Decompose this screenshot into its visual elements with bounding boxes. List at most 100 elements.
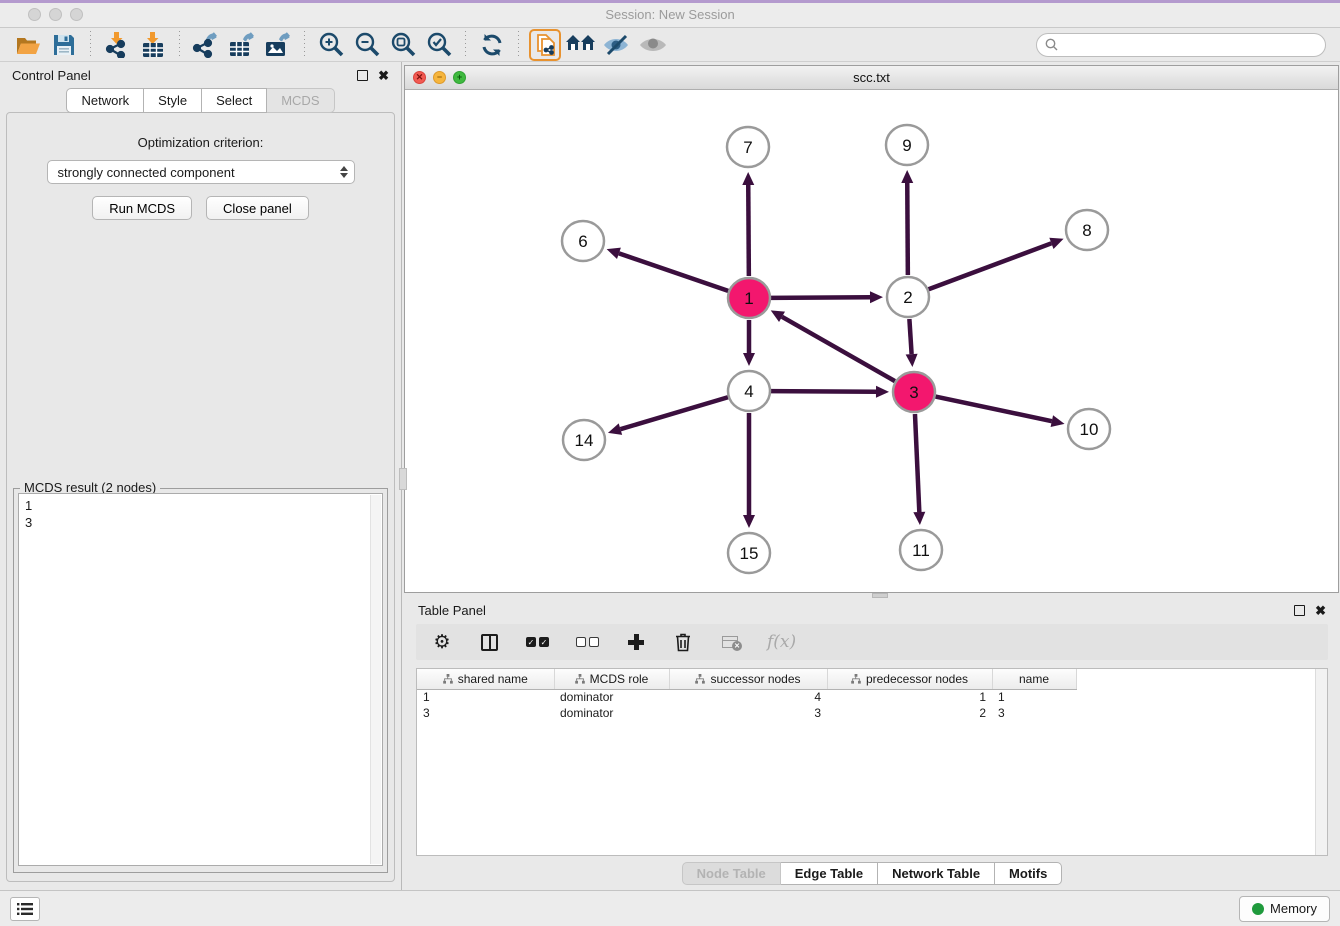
svg-text:11: 11: [912, 541, 930, 560]
tab-edge-table[interactable]: Edge Table: [781, 862, 878, 885]
svg-text:6: 6: [578, 232, 587, 251]
float-table-panel-icon[interactable]: [1294, 605, 1305, 616]
graph-node-8[interactable]: 8: [1066, 210, 1108, 250]
task-history-button[interactable]: [10, 897, 40, 921]
zoom-out-icon[interactable]: [349, 30, 385, 60]
open-session-icon[interactable]: [10, 30, 46, 60]
graph-edge-2-8[interactable]: [929, 243, 1052, 289]
graph-node-3[interactable]: 3: [893, 372, 935, 412]
column-header-name[interactable]: name: [992, 669, 1076, 689]
mcds-result-list[interactable]: 1 3: [18, 493, 383, 866]
close-panel-button[interactable]: Close panel: [206, 196, 309, 220]
close-table-panel-icon[interactable]: ✖: [1315, 605, 1326, 616]
control-panel-tabs: Network Style Select MCDS: [0, 88, 401, 113]
graph-node-7[interactable]: 7: [727, 127, 769, 167]
graph-edge-4-14[interactable]: [620, 397, 727, 429]
zoom-in-icon[interactable]: [313, 30, 349, 60]
network-canvas[interactable]: 7 9 6 8 1 2 4 3 14 10 15 11: [405, 90, 1338, 592]
graph-edge-3-11[interactable]: [915, 414, 919, 512]
svg-text:4: 4: [744, 382, 753, 401]
search-input[interactable]: [1064, 38, 1317, 52]
new-network-from-selection-icon[interactable]: [527, 30, 563, 60]
zoom-selected-icon[interactable]: [421, 30, 457, 60]
tab-motifs[interactable]: Motifs: [995, 862, 1062, 885]
table-panel: Table Panel ✖ ⚙ ✓✓ ✕ f(x) shared name MC…: [404, 598, 1340, 890]
memory-button[interactable]: Memory: [1239, 896, 1330, 922]
criterion-select[interactable]: strongly connected component: [47, 160, 355, 184]
column-header-successor-nodes[interactable]: successor nodes: [669, 669, 827, 689]
edge-arrowhead-icon: [743, 353, 755, 366]
tab-network-table[interactable]: Network Table: [878, 862, 995, 885]
zoom-fit-icon[interactable]: [385, 30, 421, 60]
graph-node-9[interactable]: 9: [886, 125, 928, 165]
close-panel-icon[interactable]: ✖: [378, 70, 389, 81]
graph-edge-1-7[interactable]: [748, 185, 749, 276]
graph-node-14[interactable]: 14: [563, 420, 605, 460]
deselect-all-columns-icon[interactable]: [576, 637, 599, 647]
graph-node-15[interactable]: 15: [728, 533, 770, 573]
vertical-splitter-handle[interactable]: [399, 468, 407, 490]
search-icon: [1045, 38, 1058, 51]
column-header-mcds-role[interactable]: MCDS role: [554, 669, 669, 689]
graph-edge-3-10[interactable]: [936, 397, 1052, 422]
tab-node-table[interactable]: Node Table: [682, 862, 781, 885]
svg-text:1: 1: [744, 289, 753, 308]
svg-text:15: 15: [740, 544, 759, 563]
export-table-icon[interactable]: [224, 30, 260, 60]
float-panel-icon[interactable]: [357, 70, 368, 81]
edge-arrowhead-icon: [870, 291, 883, 303]
run-mcds-button[interactable]: Run MCDS: [92, 196, 192, 220]
hide-graphics-details-icon[interactable]: [599, 30, 635, 60]
import-table-icon[interactable]: [135, 30, 171, 60]
graph-edge-4-3[interactable]: [771, 391, 876, 392]
memory-status-icon: [1252, 903, 1264, 915]
tab-style[interactable]: Style: [144, 88, 202, 113]
toolbar-separator: [465, 31, 466, 59]
import-network-icon[interactable]: [99, 30, 135, 60]
show-graphics-details-icon[interactable]: [635, 30, 671, 60]
table-row[interactable]: 3 dominator 3 2 3: [417, 705, 1076, 721]
graph-node-11[interactable]: 11: [900, 530, 942, 570]
refresh-view-icon[interactable]: [474, 30, 510, 60]
graph-node-10[interactable]: 10: [1068, 409, 1110, 449]
column-header-predecessor-nodes[interactable]: predecessor nodes: [827, 669, 992, 689]
network-window-titlebar[interactable]: scc.txt ✕ − +: [405, 66, 1338, 90]
graph-node-2[interactable]: 2: [887, 277, 929, 317]
graph-node-4[interactable]: 4: [728, 371, 770, 411]
table-row[interactable]: 1 dominator 4 1 1: [417, 689, 1076, 705]
graph-edge-2-9[interactable]: [907, 183, 908, 275]
result-scrollbar[interactable]: [370, 495, 381, 864]
table-scrollbar[interactable]: [1315, 669, 1327, 855]
graph-edge-1-6[interactable]: [619, 253, 728, 291]
table-panel-title: Table Panel: [418, 603, 486, 618]
graph-node-1[interactable]: 1: [728, 278, 770, 318]
save-session-icon[interactable]: [46, 30, 82, 60]
svg-text:8: 8: [1082, 221, 1091, 240]
table-settings-gear-icon[interactable]: ⚙: [432, 633, 452, 652]
svg-text:9: 9: [902, 136, 911, 155]
export-network-icon[interactable]: [188, 30, 224, 60]
graph-edge-3-1[interactable]: [782, 317, 895, 381]
tab-mcds[interactable]: MCDS: [267, 88, 334, 113]
result-line: 1: [25, 497, 382, 514]
table-header-row: shared name MCDS role successor nodes pr…: [417, 669, 1076, 689]
toolbar-separator: [304, 31, 305, 59]
graph-node-6[interactable]: 6: [562, 221, 604, 261]
tab-select[interactable]: Select: [202, 88, 267, 113]
export-image-icon[interactable]: [260, 30, 296, 60]
main-toolbar: [0, 28, 1340, 62]
double-home-icon[interactable]: [563, 30, 599, 60]
edge-arrowhead-icon: [901, 170, 913, 183]
column-header-shared-name[interactable]: shared name: [417, 669, 554, 689]
tab-network[interactable]: Network: [66, 88, 144, 113]
edge-arrowhead-icon: [906, 354, 918, 367]
search-box[interactable]: [1036, 33, 1326, 57]
memory-label: Memory: [1270, 901, 1317, 916]
graph-edge-1-2[interactable]: [771, 297, 870, 298]
edge-arrowhead-icon: [608, 423, 622, 435]
split-view-icon[interactable]: [479, 634, 499, 651]
add-column-icon[interactable]: [626, 634, 646, 650]
delete-column-icon[interactable]: [673, 632, 693, 652]
graph-edge-2-3[interactable]: [909, 319, 911, 354]
select-all-columns-icon[interactable]: ✓✓: [526, 637, 549, 647]
